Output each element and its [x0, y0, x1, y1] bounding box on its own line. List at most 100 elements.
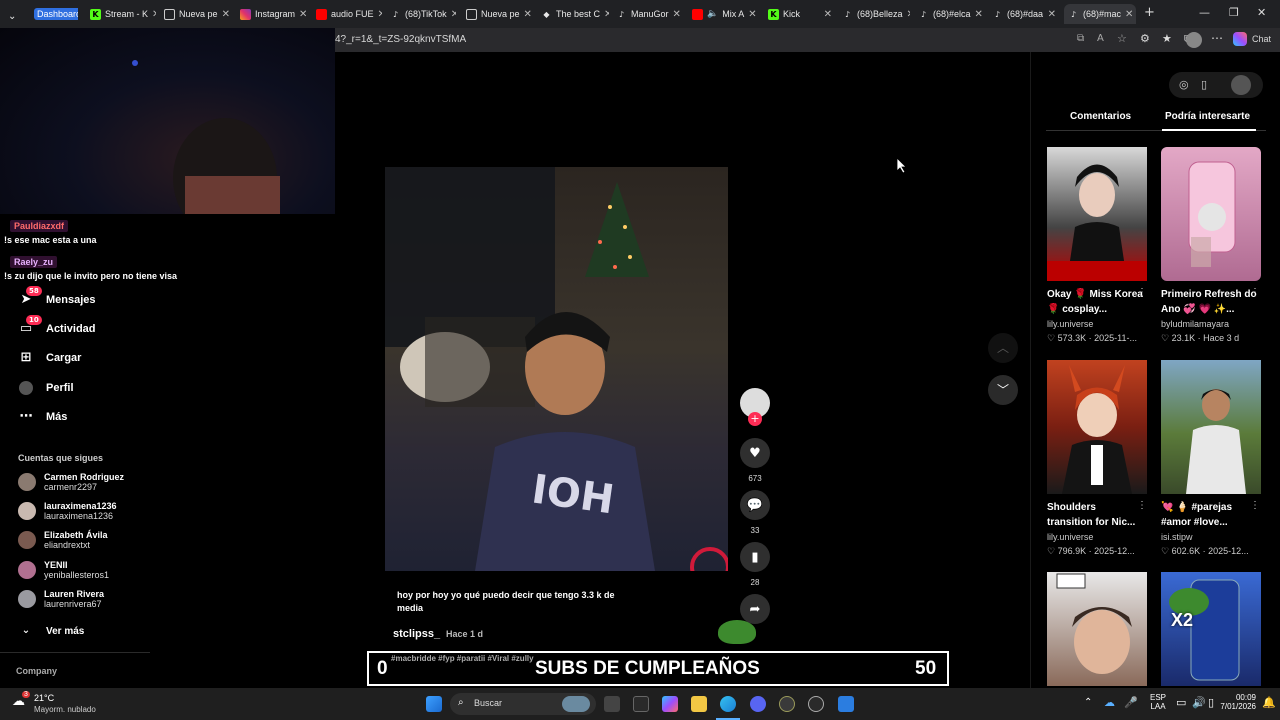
taskbar-search[interactable]: ⌕ Buscar [450, 693, 596, 715]
volume-icon[interactable]: 🔊 [1192, 696, 1206, 709]
following-item[interactable]: YENII yeniballesteros1 [18, 560, 109, 580]
star-icon[interactable]: ☆ [1117, 32, 1127, 45]
tab-list-button[interactable]: ⌄ [4, 6, 24, 26]
recommended-thumb[interactable]: X2 [1161, 572, 1261, 686]
save-button[interactable]: ▮ [740, 542, 770, 572]
edge-icon[interactable] [720, 696, 736, 712]
extensions-icon[interactable]: ⚙ [1140, 32, 1150, 45]
close-icon[interactable]: ✕ [604, 9, 609, 20]
clock[interactable]: 00:09 7/01/2026 [1218, 693, 1256, 711]
tab-manugor[interactable]: ♪ ManuGor ✕ [612, 4, 684, 24]
close-icon[interactable]: ✕ [1125, 9, 1133, 20]
more-options-icon[interactable]: ⋮ [1137, 500, 1147, 511]
app-icon[interactable] [779, 696, 795, 712]
more-options-icon[interactable]: ⋮ [1137, 287, 1147, 298]
video-author[interactable]: stclipss_ [393, 628, 440, 640]
close-icon[interactable]: ✕ [451, 9, 456, 20]
follow-plus-icon[interactable]: + [748, 412, 762, 426]
close-icon[interactable]: ✕ [378, 9, 382, 20]
company-link[interactable]: Company [16, 666, 57, 676]
address-bar[interactable]: 4?_r=1&_t=ZS-92qknvTSfMA ⧉ A ☆ ⚙ ★ ⧉ ⋯ C… [335, 28, 1280, 52]
close-icon[interactable]: ✕ [975, 9, 983, 20]
app-icon[interactable] [838, 696, 854, 712]
recommended-title[interactable]: 💘 🍦 #parejas #amor #love... [1161, 500, 1257, 530]
close-icon[interactable]: ✕ [524, 9, 532, 20]
more-options-icon[interactable]: ⋮ [1250, 287, 1260, 298]
recommended-thumb[interactable] [1161, 360, 1261, 494]
recommended-thumb[interactable] [1161, 147, 1261, 281]
recommended-thumb[interactable] [1047, 147, 1147, 281]
weather-temp[interactable]: 21°C [34, 693, 54, 703]
chat-label[interactable]: Chat [1252, 34, 1271, 44]
sidebar-item-mensajes[interactable]: ➤ 58 Mensajes [18, 286, 96, 308]
weather-widget[interactable]: ☁ 3 [12, 691, 30, 712]
video-player[interactable]: IOH [385, 167, 728, 571]
tab-nueva-pestana[interactable]: Nueva pe ✕ [160, 4, 234, 24]
recommended-title[interactable]: Primeiro Refresh do Ano 💞 💗 ✨... [1161, 287, 1257, 317]
dial-icon[interactable]: ◎ [1179, 78, 1189, 91]
onedrive-icon[interactable]: ☁ [1104, 696, 1115, 709]
recommended-author[interactable]: isi.stipw [1161, 532, 1193, 542]
tab-nueva-pestana-2[interactable]: Nueva pe ✕ [462, 4, 532, 24]
microphone-icon[interactable]: 🎤 [1124, 696, 1138, 709]
tab-mix[interactable]: 🔈 Mix A ✕ [688, 4, 760, 24]
recommended-thumb[interactable] [1047, 360, 1147, 494]
recommended-title[interactable]: Shoulders transition for Nic... [1047, 500, 1143, 530]
widgets-icon[interactable] [633, 696, 649, 712]
translate-icon[interactable]: A [1097, 33, 1104, 44]
network-icon[interactable]: ▭ [1176, 696, 1186, 709]
close-icon[interactable]: ✕ [748, 9, 756, 20]
battery-icon[interactable]: ▯ [1208, 696, 1214, 709]
close-window-icon[interactable]: ✕ [1257, 6, 1266, 19]
recommended-title[interactable]: Okay 🌹 Miss Korea 🌹 cosplay... [1047, 287, 1143, 317]
next-video-button[interactable]: ﹀ [988, 375, 1018, 405]
tab-recommended[interactable]: Podría interesarte [1165, 111, 1250, 122]
copilot-icon[interactable] [1233, 32, 1247, 46]
avatar[interactable] [1231, 75, 1251, 95]
more-icon[interactable]: ⋯ [1211, 31, 1223, 45]
recommended-author[interactable]: lily.universe [1047, 319, 1093, 329]
tab-belleza[interactable]: ♪ (68)Belleza ✕ [838, 4, 910, 24]
following-item[interactable]: Carmen Rodriguez carmenr2297 [18, 472, 124, 492]
language-indicator[interactable]: ESP LAA [1150, 693, 1166, 711]
share-button[interactable]: ➦ [740, 594, 770, 624]
see-more-button[interactable]: ⌄ Ver más [18, 623, 85, 639]
sidebar-item-perfil[interactable]: Perfil [18, 380, 74, 396]
close-icon[interactable]: ✕ [907, 9, 910, 20]
tab-audio[interactable]: audio FUE ✕ [312, 4, 382, 24]
chevron-up-icon[interactable]: ⌃ [1084, 697, 1092, 708]
tab-dashboard[interactable]: Dashboard [30, 4, 78, 24]
new-tab-icon[interactable]: + [1144, 5, 1155, 20]
close-icon[interactable]: ✕ [1048, 9, 1056, 20]
phone-icon[interactable]: ▯ [1201, 78, 1207, 91]
weather-desc[interactable]: Mayorm. nublado [34, 705, 96, 714]
tab-the-best[interactable]: ◆ The best C ✕ [537, 4, 609, 24]
recommended-author[interactable]: byludmilamayara [1161, 319, 1229, 329]
close-icon[interactable]: ✕ [299, 9, 306, 20]
tab-stream-kick[interactable]: K Stream - K ✕ [86, 4, 156, 24]
open-external-icon[interactable]: ⧉ [1077, 33, 1084, 44]
sidebar-item-actividad[interactable]: ▭ 10 Actividad [18, 315, 96, 337]
windows-start-icon[interactable] [426, 696, 442, 712]
tab-kick[interactable]: K Kick ✕ [764, 4, 836, 24]
obs-icon[interactable] [808, 696, 824, 712]
discord-icon[interactable] [750, 696, 766, 712]
minimize-icon[interactable]: — [1199, 6, 1210, 19]
following-item[interactable]: lauraximena1236 lauraximena1236 [18, 501, 117, 521]
like-button[interactable]: ♥ [740, 438, 770, 468]
following-item[interactable]: Lauren Rivera laurenrivera67 [18, 589, 104, 609]
file-explorer-icon[interactable] [691, 696, 707, 712]
tab-elca[interactable]: ♪ (68)#elca ✕ [914, 4, 986, 24]
profile-avatar-icon[interactable] [1186, 32, 1202, 48]
following-item[interactable]: Elizabeth Ávila eliandrextxt [18, 530, 108, 550]
copilot-icon[interactable] [662, 696, 678, 712]
comment-button[interactable]: 💬 [740, 490, 770, 520]
close-icon[interactable]: ✕ [222, 9, 230, 20]
tab-instagram[interactable]: Instagram ✕ [236, 4, 306, 24]
notifications-icon[interactable]: 🔔 [1262, 696, 1276, 709]
tab-mac-active[interactable]: ♪ (68)#mac ✕ [1064, 4, 1136, 24]
tab-comments[interactable]: Comentarios [1070, 111, 1131, 122]
tab-daa[interactable]: ♪ (68)#daa ✕ [988, 4, 1060, 24]
recommended-thumb[interactable] [1047, 572, 1147, 686]
sidebar-item-cargar[interactable]: ⊞ Cargar [18, 350, 82, 366]
